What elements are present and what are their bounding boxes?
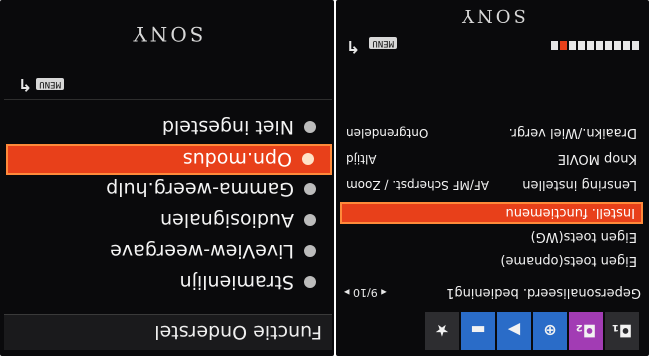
menu-item-gamma-weerg-hulp[interactable]: Gamma-weerg.hulp — [6, 174, 332, 205]
menu-tab-bar: ◘₁ ◘₂ ⊕ ▶ ▬ ★ — [423, 308, 639, 350]
menu-item-lensring-instellen[interactable]: Lensring instellen AF/MF Scherpst. / Zoo… — [340, 174, 643, 196]
menu-item-niet-ingesteld[interactable]: Niet ingesteld — [6, 112, 332, 143]
menu-item-value: Altijd — [346, 152, 377, 166]
page-indicator-cell — [560, 41, 567, 51]
menu-item-label: LiveView-weergave — [110, 240, 294, 263]
menu-item-instell-functiemenu[interactable]: Instell. functiemenu — [340, 202, 643, 224]
menu-item-draaikn-wiel-vergr[interactable]: Draaikn./Wiel vergr. Ontgrendelen — [340, 122, 643, 144]
tab-toolbox[interactable]: ▬ — [461, 312, 495, 350]
page-indicator-cell — [596, 41, 603, 51]
menu-item-label: Eigen toets(WG) — [530, 229, 637, 245]
page-indicator-cell — [569, 41, 576, 51]
menu-item-label: Audiosignalen — [160, 209, 294, 232]
back-button[interactable]: MENU ↰ — [4, 70, 332, 100]
custom-camera-1-icon: ◘₁ — [611, 321, 633, 341]
menu-footer: MENU ↰ — [336, 32, 649, 60]
tab-custom-camera-1[interactable]: ◘₁ — [605, 312, 639, 350]
return-arrow-icon: ↰ — [346, 36, 361, 56]
tab-custom-camera-2[interactable]: ◘₂ — [569, 312, 603, 350]
menu-item-label: Gamma-weerg.hulp — [106, 178, 294, 201]
menu-item-value: AF/MF Scherpst. / Zoom — [346, 178, 490, 192]
menu-item-audiosignalen[interactable]: Audiosignalen — [6, 205, 332, 236]
tab-network[interactable]: ⊕ — [533, 312, 567, 350]
menu-item-label: Lensring instellen — [522, 177, 637, 193]
menu-item-label: Knop MOVIE — [557, 151, 637, 167]
network-globe-icon: ⊕ — [543, 321, 557, 341]
page-indicator-cell — [578, 41, 585, 51]
page-indicator-cell — [551, 41, 558, 51]
menu-item-opn-modus[interactable]: Opn.modus — [6, 144, 332, 175]
sony-logo: SONY — [130, 22, 204, 46]
menu-item-eigen-toets-opname[interactable]: Eigen toets(opname) — [340, 250, 643, 272]
menu-item-label: Opn.modus — [182, 148, 292, 171]
right-camera-screen-photo: ◘₁ ◘₂ ⊕ ▶ ▬ ★ Gepersonaliseerd. bedienin… — [336, 0, 649, 356]
menu-item-label: Eigen toets(opname) — [500, 253, 637, 269]
menu-title: Functie Onderstel — [4, 314, 332, 350]
sony-logo: SONY — [459, 5, 526, 26]
menu-item-liveview-weergave[interactable]: LiveView-weergave — [6, 236, 332, 267]
star-icon: ★ — [434, 321, 450, 341]
page-indicator-cell — [632, 41, 639, 51]
page-indicator-cell — [605, 41, 612, 51]
left-screen-content: Functie Onderstel Stramienlijn LiveView-… — [0, 0, 334, 356]
bullet-icon — [304, 183, 316, 196]
tab-playback[interactable]: ▶ — [497, 312, 531, 350]
menu-page-header: Gepersonaliseerd. bediening1 ◂ 9/10 ▸ — [336, 280, 649, 306]
menu-page-title: Gepersonaliseerd. bediening1 — [446, 285, 641, 301]
menu-item-value: Ontgrendelen — [346, 126, 429, 140]
playback-toolbox-icon: ▬ — [470, 321, 486, 341]
menu-item-label: Draaikn./Wiel vergr. — [508, 125, 637, 141]
bullet-icon — [304, 214, 316, 227]
menu-item-knop-movie[interactable]: Knop MOVIE Altijd — [340, 148, 643, 170]
menu-item-stramienlijn[interactable]: Stramienlijn — [6, 267, 332, 298]
page-indicator-cell — [623, 41, 630, 51]
right-screen-content: ◘₁ ◘₂ ⊕ ▶ ▬ ★ Gepersonaliseerd. bedienin… — [336, 0, 649, 356]
tab-my-menu[interactable]: ★ — [425, 312, 459, 350]
left-camera-screen-photo: Functie Onderstel Stramienlijn LiveView-… — [0, 0, 334, 356]
bullet-icon — [304, 276, 316, 289]
menu-item-label: Stramienlijn — [179, 271, 294, 294]
page-number: ◂ 9/10 ▸ — [344, 286, 387, 300]
playback-icon: ▶ — [507, 321, 521, 341]
return-arrow-icon: ↰ — [18, 74, 33, 95]
page-indicator-cell — [614, 41, 621, 51]
page-indicator-cell — [587, 41, 594, 51]
bullet-icon — [302, 153, 314, 166]
menu-badge: MENU — [36, 78, 64, 91]
custom-camera-2-icon: ◘₂ — [575, 321, 597, 341]
back-button[interactable]: MENU ↰ — [346, 36, 398, 56]
bullet-icon — [304, 121, 316, 134]
menu-item-label: Niet ingesteld — [161, 116, 294, 139]
menu-item-label: Instell. functiemenu — [505, 205, 635, 221]
menu-badge: MENU — [369, 37, 398, 49]
bullet-icon — [304, 245, 316, 258]
page-indicator — [549, 41, 639, 51]
menu-item-eigen-toets-wg[interactable]: Eigen toets(WG) — [340, 226, 643, 248]
